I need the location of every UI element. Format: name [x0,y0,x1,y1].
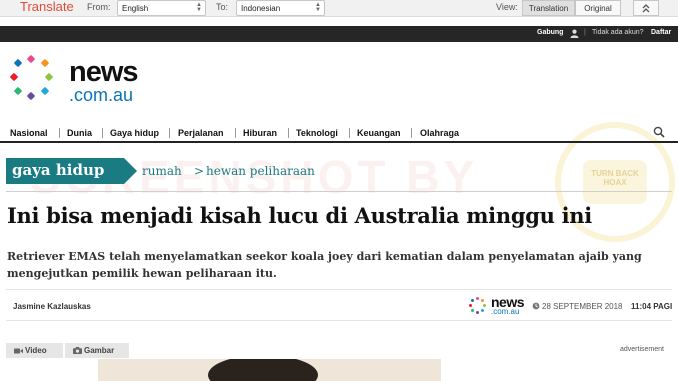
media-tab-video[interactable]: Video [6,343,63,358]
source-logo-domain: .com.au [491,307,520,316]
logo-dot [26,54,36,64]
logo-dot [40,58,50,68]
clock-icon [532,302,540,310]
to-label: To: [216,2,229,12]
logo-dot [471,299,474,302]
to-language-select[interactable]: Indonesian ▲ ▼ [236,0,325,16]
nav-separator [411,128,412,138]
main-nav: Nasional Dunia Gaya hidup Perjalanan Hib… [0,124,678,143]
view-original-button[interactable]: Original [575,0,621,16]
nav-item-olahraga[interactable]: Olahraga [420,128,459,138]
account-bar: Gabung | Tidak ada akun? Daftar [0,26,678,42]
nav-separator [169,128,170,138]
no-account-text: Tidak ada akun? [592,29,644,36]
video-camera-icon [14,348,23,353]
author-name[interactable]: Jasmine Kazlauskas [13,302,91,311]
view-translation-button[interactable]: Translation [522,0,575,16]
nav-item-hiburan[interactable]: Hiburan [243,128,277,138]
publish-time: 11:04 PAGI [631,302,673,311]
view-original-label: Original [584,4,612,13]
breadcrumb-child[interactable]: hewan peliharaan [206,164,315,178]
article-title: Ini bisa menjadi kisah lucu di Australia… [7,203,592,228]
nav-separator [288,128,289,138]
logo-dot [481,309,484,312]
media-tab-video-label: Video [25,346,47,355]
logo-dot [26,91,36,101]
media-image-subject [208,359,318,381]
select-arrows-icon: ▲ ▼ [315,2,321,13]
media-tab-gallery[interactable]: Gambar [65,343,129,358]
logo-dot [483,304,486,307]
view-translation-label: Translation [528,4,569,13]
nav-separator [235,128,236,138]
nav-separator [59,128,60,138]
article-media-image[interactable] [98,359,441,381]
search-icon[interactable] [653,126,665,138]
translate-brand[interactable]: Translate [20,0,74,14]
logo-dot [481,299,484,302]
article-byline: Jasmine Kazlauskas news .com.au 28 SEPTE… [6,289,672,321]
nav-item-dunia[interactable]: Dunia [67,128,92,138]
logo-dot [9,72,19,82]
from-language-select[interactable]: English ▲ ▼ [117,0,206,16]
section-divider [6,191,672,192]
publish-date: 28 SEPTEMBER 2018 [542,302,623,311]
section-tag-label: gaya hidup [12,161,105,179]
logo-domain[interactable]: .com.au [69,86,133,104]
nav-item-gaya-hidup[interactable]: Gaya hidup [110,128,159,138]
stamp-text: TURN BACK HOAX [583,160,647,204]
advertisement-label: advertisement [620,346,664,353]
source-logo[interactable]: news .com.au [469,295,527,316]
translate-toolbar: Translate From: English ▲ ▼ To: Indonesia… [0,0,678,17]
article-summary: Retriever EMAS telah menyelamatkan seeko… [7,250,642,280]
media-tab-gallery-label: Gambar [84,346,115,355]
nav-separator [349,128,350,138]
logo-dot [13,58,23,68]
logo-dot [476,297,479,300]
logo-dot [44,72,54,82]
nav-item-keuangan[interactable]: Keuangan [357,128,401,138]
logo-wordmark[interactable]: news [69,58,139,87]
account-divider: | [584,29,586,36]
nav-item-nasional[interactable]: Nasional [10,128,48,138]
from-label: From: [87,2,111,12]
select-arrows-icon: ▲ ▼ [196,2,202,13]
view-label: View: [496,2,518,12]
breadcrumb-separator: > [194,164,205,178]
join-link[interactable]: Gabung [537,29,563,36]
to-language-value: Indonesian [241,4,281,13]
nav-separator [102,128,103,138]
logo-dot [13,86,23,96]
logo-dot [476,311,479,314]
logo-dot [40,86,50,96]
collapse-button[interactable] [633,0,659,16]
user-icon[interactable] [570,29,579,38]
register-link[interactable]: Daftar [651,29,671,36]
logo-dot [471,309,474,312]
nav-item-perjalanan[interactable]: Perjalanan [178,128,224,138]
nav-item-teknologi[interactable]: Teknologi [296,128,338,138]
breadcrumb-parent[interactable]: rumah [142,164,182,178]
chevron-double-up-icon [642,4,650,13]
camera-icon [73,346,82,354]
logo-dot [469,304,472,307]
from-language-value: English [122,4,149,13]
